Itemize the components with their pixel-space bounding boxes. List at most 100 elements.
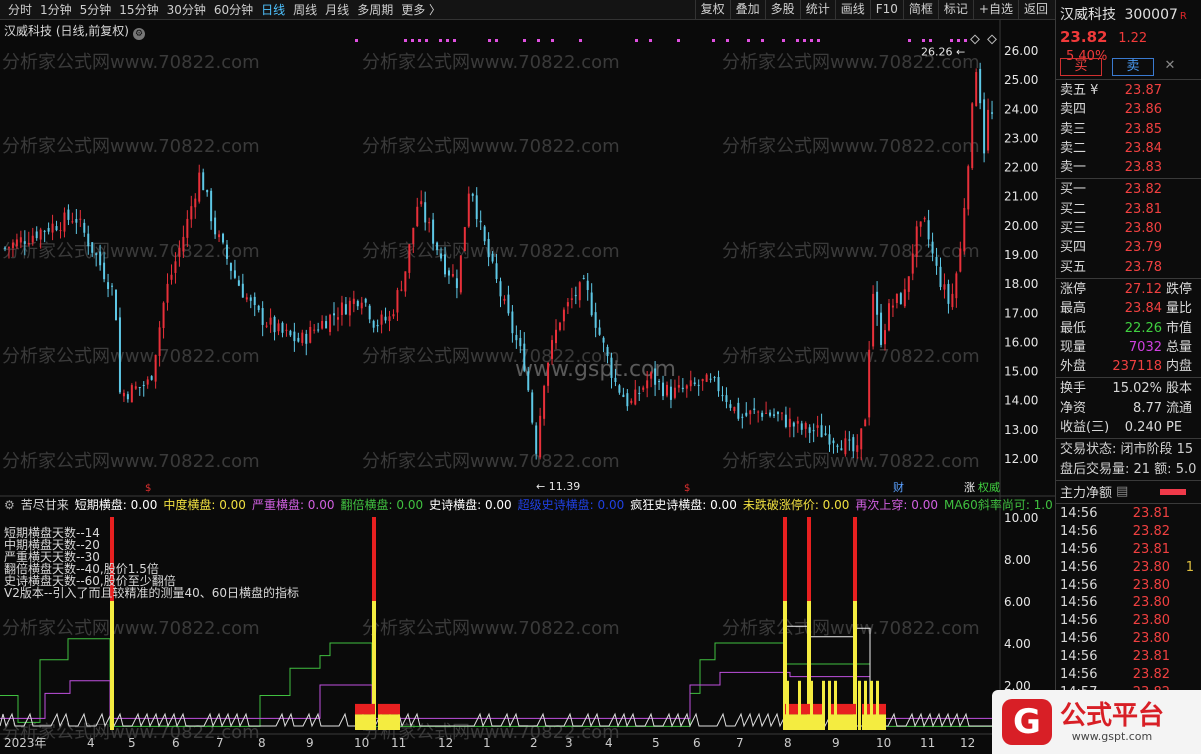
tick-price: 23.80 xyxy=(1132,613,1170,629)
candle-body xyxy=(321,320,324,329)
stat2-row-1[interactable]: 净资 8.77 流通 xyxy=(1056,399,1201,418)
toolbar-action-8[interactable]: +自选 xyxy=(972,0,1018,19)
indicator-item-2: 严重横盘: 0.00 xyxy=(251,498,335,512)
ask-value: 23.83 xyxy=(1124,160,1162,176)
candle-body xyxy=(122,392,125,397)
signal-dot xyxy=(425,39,428,42)
period-tab-0[interactable]: 分时 xyxy=(4,2,36,18)
indicator-settings-icon[interactable]: ⚙ xyxy=(4,497,15,513)
candle-body xyxy=(162,302,165,329)
bid-row-4[interactable]: 买五 23.78 xyxy=(1056,258,1201,277)
candle-body xyxy=(598,327,601,335)
candle-body xyxy=(951,293,954,308)
ask-row-4[interactable]: 卖一 23.83 xyxy=(1056,158,1201,177)
indicator-axis-label: 6.00 xyxy=(1004,595,1031,609)
candle-body xyxy=(178,247,181,258)
period-tab-7[interactable]: 周线 xyxy=(289,2,321,18)
candle-body xyxy=(761,412,764,417)
watermark-text: 分析家公式网www.70822.com xyxy=(2,618,260,639)
signal-dot xyxy=(908,39,911,42)
sell-button[interactable]: 卖 xyxy=(1112,58,1154,76)
low-price-label: ← 11.39 xyxy=(536,480,580,493)
period-tab-4[interactable]: 30分钟 xyxy=(163,2,210,18)
indicator-bar xyxy=(798,680,801,730)
indicator-name[interactable]: 苦尽甘来 xyxy=(21,497,69,513)
tick-list[interactable]: 14:56 23.81 14:56 23.82 14:56 23.81 14:56 23.80… xyxy=(1056,505,1201,702)
candle-body xyxy=(570,298,573,300)
signal-dot xyxy=(411,39,414,42)
stat2-row-2[interactable]: 收益(三) 0.240 PE xyxy=(1056,418,1201,437)
candle-body xyxy=(796,421,799,424)
signal-dot xyxy=(964,39,967,42)
toolbar-action-3[interactable]: 统计 xyxy=(799,0,835,19)
signal-dot xyxy=(957,39,960,42)
stat2-value: 8.77 xyxy=(1133,400,1162,416)
stat2-extra: 流通 xyxy=(1166,400,1193,416)
candle-body xyxy=(848,439,851,441)
bid-row-0[interactable]: 买一 23.82 xyxy=(1056,180,1201,199)
candle-body xyxy=(368,305,371,320)
ask-label: 卖三 xyxy=(1060,121,1087,137)
stat-row-2[interactable]: 最低 22.26 市值 xyxy=(1056,319,1201,338)
toolbar-action-0[interactable]: 复权 xyxy=(694,0,730,19)
ask-row-2[interactable]: 卖三 23.85 xyxy=(1056,120,1201,139)
toolbar-action-1[interactable]: 叠加 xyxy=(729,0,765,19)
price-line: 23.82 1.22 5.40% xyxy=(1056,26,1201,64)
period-tab-9[interactable]: 多周期 xyxy=(353,2,397,18)
candle-body xyxy=(138,387,141,389)
time-axis-label: 4 xyxy=(605,736,613,750)
bid-value: 23.80 xyxy=(1124,221,1162,237)
signal-dot xyxy=(579,39,582,42)
candle-body xyxy=(412,227,415,244)
period-tab-2[interactable]: 5分钟 xyxy=(76,2,116,18)
settings-icon[interactable]: ⚙ xyxy=(133,28,145,40)
candle-body xyxy=(844,438,847,455)
candle-body xyxy=(31,235,34,243)
bid-row-1[interactable]: 买二 23.81 xyxy=(1056,200,1201,219)
candle-body xyxy=(638,392,641,394)
stat-row-0[interactable]: 涨停 27.12 跌停 xyxy=(1056,280,1201,299)
candle-body xyxy=(222,233,225,243)
ask-row-3[interactable]: 卖二 23.84 xyxy=(1056,139,1201,158)
stat-row-4[interactable]: 外盘 237118 内盘 xyxy=(1056,357,1201,376)
toolbar-action-4[interactable]: 画线 xyxy=(834,0,870,19)
candle-body xyxy=(562,309,565,322)
candle-body xyxy=(126,394,129,400)
ask-row-1[interactable]: 卖四 23.86 xyxy=(1056,100,1201,119)
candle-body xyxy=(491,253,494,262)
toolbar-action-9[interactable]: 返回 xyxy=(1017,0,1053,19)
bid-row-3[interactable]: 买四 23.79 xyxy=(1056,238,1201,257)
stock-chart[interactable]: 分析家公式网www.70822.com 分析家公式网www.70822.com 分析… xyxy=(0,20,1055,754)
candle-body xyxy=(392,314,395,317)
ask-row-0[interactable]: 卖五 ¥ 23.87 xyxy=(1056,81,1201,100)
net-amount-row[interactable]: 主力净额 ▤ xyxy=(1056,482,1201,502)
candle-body xyxy=(245,297,248,300)
period-tab-1[interactable]: 1分钟 xyxy=(36,2,76,18)
stat2-row-0[interactable]: 换手 15.02% 股本 xyxy=(1056,379,1201,398)
stat2-value: 15.02% xyxy=(1112,381,1162,397)
period-tab-10[interactable]: 更多 〉 xyxy=(397,2,445,18)
period-tab-8[interactable]: 月线 xyxy=(321,2,353,18)
toolbar-action-5[interactable]: F10 xyxy=(869,0,903,19)
candle-body xyxy=(364,298,367,303)
toolbar-action-7[interactable]: 标记 xyxy=(937,0,973,19)
time-axis-label: 2 xyxy=(530,736,538,750)
net-amount-toggle-icon[interactable]: ▤ xyxy=(1116,484,1128,499)
candle-body xyxy=(214,217,217,235)
toolbar-action-2[interactable]: 多股 xyxy=(764,0,800,19)
toolbar-action-6[interactable]: 简框 xyxy=(902,0,938,19)
candle-body xyxy=(907,276,910,292)
period-tab-6[interactable]: 日线 xyxy=(257,2,289,18)
bid-label: 买三 xyxy=(1060,221,1087,237)
period-tab-5[interactable]: 60分钟 xyxy=(210,2,257,18)
stat-row-1[interactable]: 最高 23.84 量比 xyxy=(1056,299,1201,318)
stat2-label: 净资 xyxy=(1060,400,1087,416)
watermark-text: 分析家公式网www.70822.com xyxy=(362,451,620,472)
close-icon[interactable]: ✕ xyxy=(1164,58,1176,76)
bid-row-2[interactable]: 买三 23.80 xyxy=(1056,219,1201,238)
indicator-item-3: 翻倍横盘: 0.00 xyxy=(340,498,424,512)
buy-button[interactable]: 买 xyxy=(1060,58,1102,76)
period-tab-3[interactable]: 15分钟 xyxy=(115,2,162,18)
stat-row-3[interactable]: 现量 7032 总量 xyxy=(1056,338,1201,357)
signal-dot xyxy=(649,39,652,42)
